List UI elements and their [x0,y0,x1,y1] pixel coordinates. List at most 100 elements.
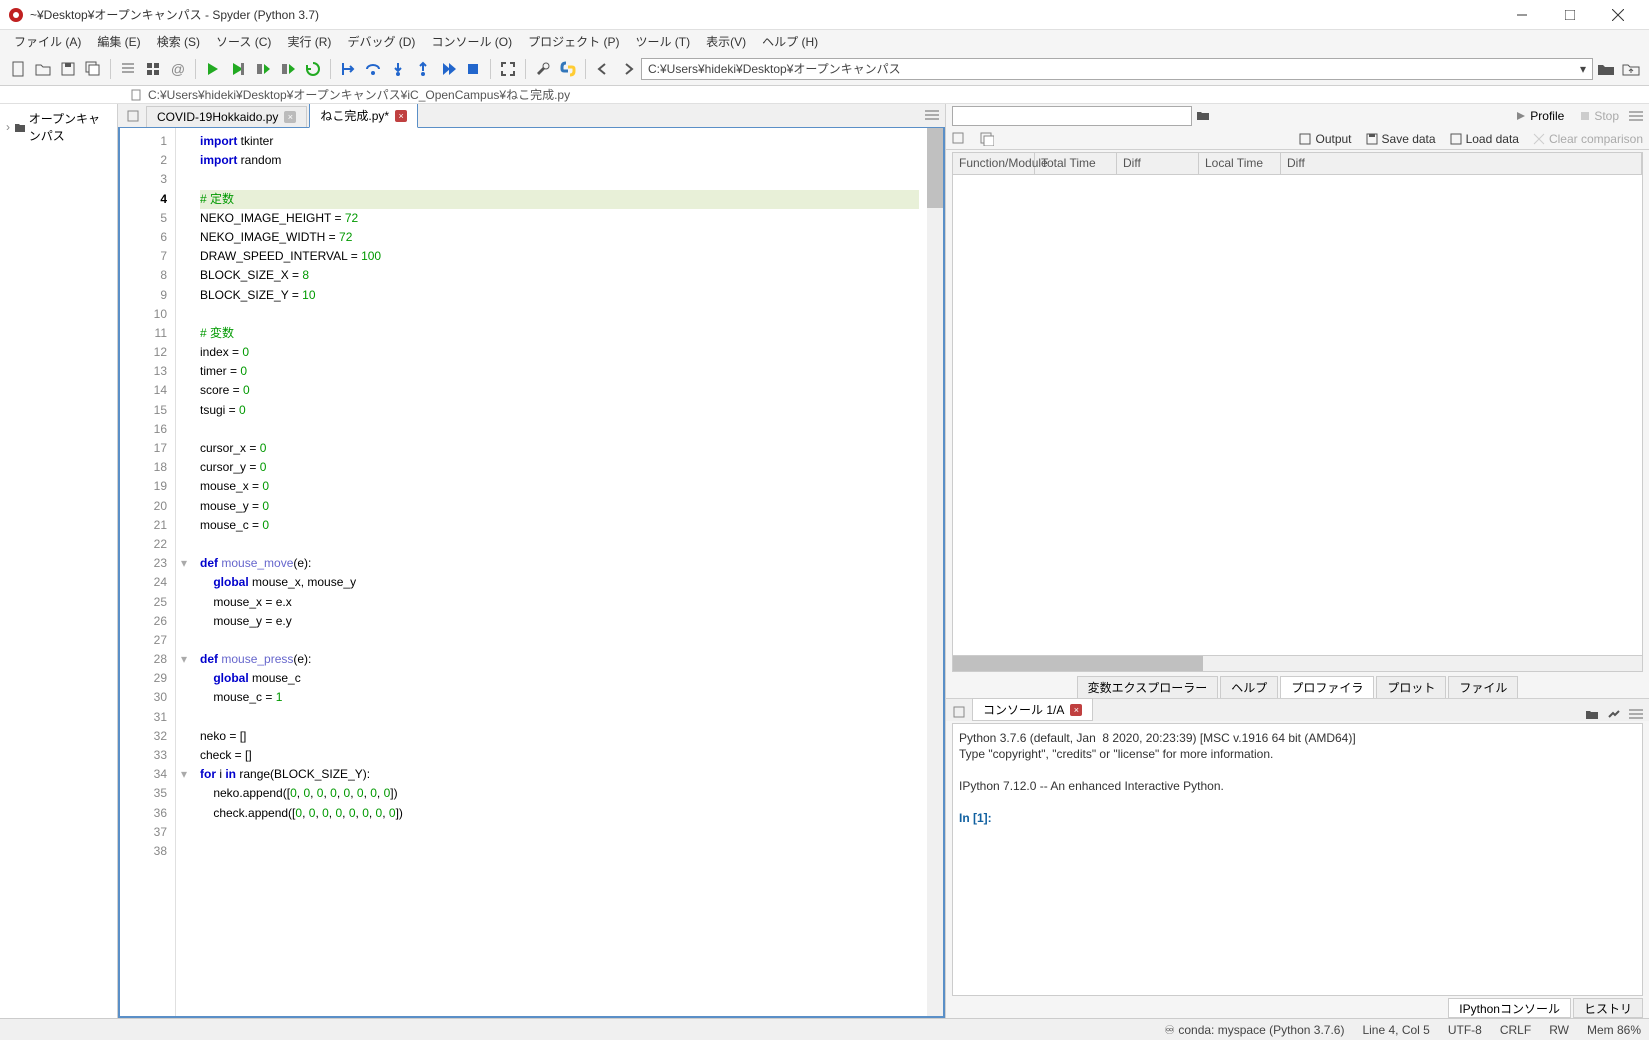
menubar: ファイル (A) 編集 (E) 検索 (S) ソース (C) 実行 (R) デバ… [0,30,1649,52]
debug-button[interactable] [336,57,360,81]
status-rw[interactable]: RW [1549,1023,1569,1037]
tab-variable-explorer[interactable]: 変数エクスプローラー [1077,676,1219,699]
open-file-button[interactable] [31,57,55,81]
run-selection-button[interactable] [251,57,275,81]
run-button[interactable] [201,57,225,81]
right-panel: Profile Stop Output Save data Load data … [945,104,1649,1018]
expand-icon[interactable] [980,132,994,146]
run-cell-advance-button[interactable] [276,57,300,81]
col-diff2[interactable]: Diff [1281,153,1642,174]
col-function[interactable]: Function/Module [953,153,1035,174]
cell-button[interactable] [141,57,165,81]
load-data-button[interactable]: Load data [1450,132,1519,146]
maximize-pane-button[interactable] [496,57,520,81]
stop-button[interactable]: Stop [1574,107,1625,125]
menu-project[interactable]: プロジェクト (P) [520,31,627,52]
maximize-button[interactable] [1547,1,1593,29]
menu-source[interactable]: ソース (C) [208,31,279,52]
col-diff[interactable]: Diff [1117,153,1199,174]
menu-console[interactable]: コンソール (O) [423,31,520,52]
menu-file[interactable]: ファイル (A) [6,31,89,52]
run-cell-button[interactable] [226,57,250,81]
close-button[interactable] [1595,1,1641,29]
code-content[interactable]: import tkinterimport random # 定数NEKO_IMA… [192,128,927,1016]
tab-neko[interactable]: ねこ完成.py* × [309,104,418,128]
menu-debug[interactable]: デバッグ (D) [339,31,423,52]
console-prompt: In [1]: [959,811,992,825]
tree-root[interactable]: › オープンキャンパス [4,108,113,146]
restart-icon[interactable] [1607,707,1621,721]
preferences-button[interactable] [531,57,555,81]
browse-dir-button[interactable] [1594,57,1618,81]
menu-search[interactable]: 検索 (S) [149,31,208,52]
options-icon[interactable] [925,108,939,122]
editor-area: COVID-19Hokkaido.py × ねこ完成.py* × 1234567… [118,104,945,1018]
outline-button[interactable] [116,57,140,81]
interrupt-icon[interactable] [1585,707,1599,721]
menu-edit[interactable]: 編集 (E) [89,31,148,52]
tab-plot[interactable]: プロット [1376,676,1446,699]
breadcrumb-text: C:¥Users¥hideki¥Desktop¥オープンキャンパス¥iC_Ope… [148,86,570,103]
col-total-time[interactable]: Total Time [1035,153,1117,174]
parent-dir-button[interactable] [1619,57,1643,81]
status-encoding[interactable]: UTF-8 [1448,1023,1482,1037]
col-local-time[interactable]: Local Time [1199,153,1281,174]
options-icon[interactable] [1629,707,1643,721]
continue-button[interactable] [436,57,460,81]
scroll-thumb[interactable] [927,128,943,208]
step-into-button[interactable] [386,57,410,81]
tab-covid[interactable]: COVID-19Hokkaido.py × [146,106,307,127]
rerun-button[interactable] [301,57,325,81]
menu-help[interactable]: ヘルプ (H) [754,31,826,52]
close-icon[interactable]: × [284,111,296,123]
profiler-file-combo[interactable] [952,106,1192,126]
code-editor[interactable]: 1234567891011121314151617181920212223242… [118,128,945,1018]
new-file-button[interactable] [6,57,30,81]
status-mem[interactable]: Mem 86% [1587,1023,1641,1037]
options-icon[interactable] [1629,109,1643,123]
menu-run[interactable]: 実行 (R) [279,31,339,52]
folder-icon[interactable] [1196,109,1210,123]
close-icon[interactable]: × [395,110,407,122]
project-tree: › オープンキャンパス [0,104,118,1018]
menu-tool[interactable]: ツール (T) [627,31,698,52]
working-dir-input[interactable]: C:¥Users¥hideki¥Desktop¥オープンキャンパス▾ [641,58,1593,80]
console-tab[interactable]: コンソール 1/A × [972,698,1093,721]
tab-ipython-console[interactable]: IPythonコンソール [1448,998,1571,1018]
collapse-icon[interactable] [952,132,966,146]
horizontal-scrollbar[interactable] [952,656,1643,672]
toolbar: @ C:¥Users¥hideki¥Desktop¥オープンキャンパス▾ [0,52,1649,86]
save-button[interactable] [56,57,80,81]
stop-debug-button[interactable] [461,57,485,81]
save-all-button[interactable] [81,57,105,81]
back-button[interactable] [591,57,615,81]
profile-button[interactable]: Profile [1510,107,1570,125]
tab-help[interactable]: ヘルプ [1220,676,1278,699]
clear-comparison-button[interactable]: Clear comparison [1533,132,1643,146]
app-icon [8,7,24,23]
profiler-grid-body [953,175,1642,655]
status-eol[interactable]: CRLF [1500,1023,1531,1037]
forward-button[interactable] [616,57,640,81]
goto-button[interactable]: @ [166,57,190,81]
minimize-button[interactable] [1499,1,1545,29]
vertical-scrollbar[interactable] [927,128,943,1016]
menu-view[interactable]: 表示(V) [698,31,754,52]
close-icon[interactable]: × [1070,704,1082,716]
python-path-button[interactable] [556,57,580,81]
tab-history[interactable]: ヒストリ [1573,998,1643,1018]
step-out-button[interactable] [411,57,435,81]
tab-profiler[interactable]: プロファイラ [1280,676,1374,699]
output-button[interactable]: Output [1299,132,1351,146]
step-over-button[interactable] [361,57,385,81]
editor-tabs: COVID-19Hokkaido.py × ねこ完成.py* × [118,104,945,128]
status-conda[interactable]: ♾ conda: myspace (Python 3.7.6) [1164,1023,1344,1037]
console-bottom-tabs: IPythonコンソール ヒストリ [946,998,1649,1018]
tab-file[interactable]: ファイル [1448,676,1518,699]
sync-icon[interactable] [126,109,140,123]
sync-icon[interactable] [952,705,966,719]
hscroll-thumb[interactable] [953,656,1203,671]
save-data-button[interactable]: Save data [1366,132,1436,146]
status-position[interactable]: Line 4, Col 5 [1362,1023,1429,1037]
console-output[interactable]: Python 3.7.6 (default, Jan 8 2020, 20:23… [952,723,1643,996]
